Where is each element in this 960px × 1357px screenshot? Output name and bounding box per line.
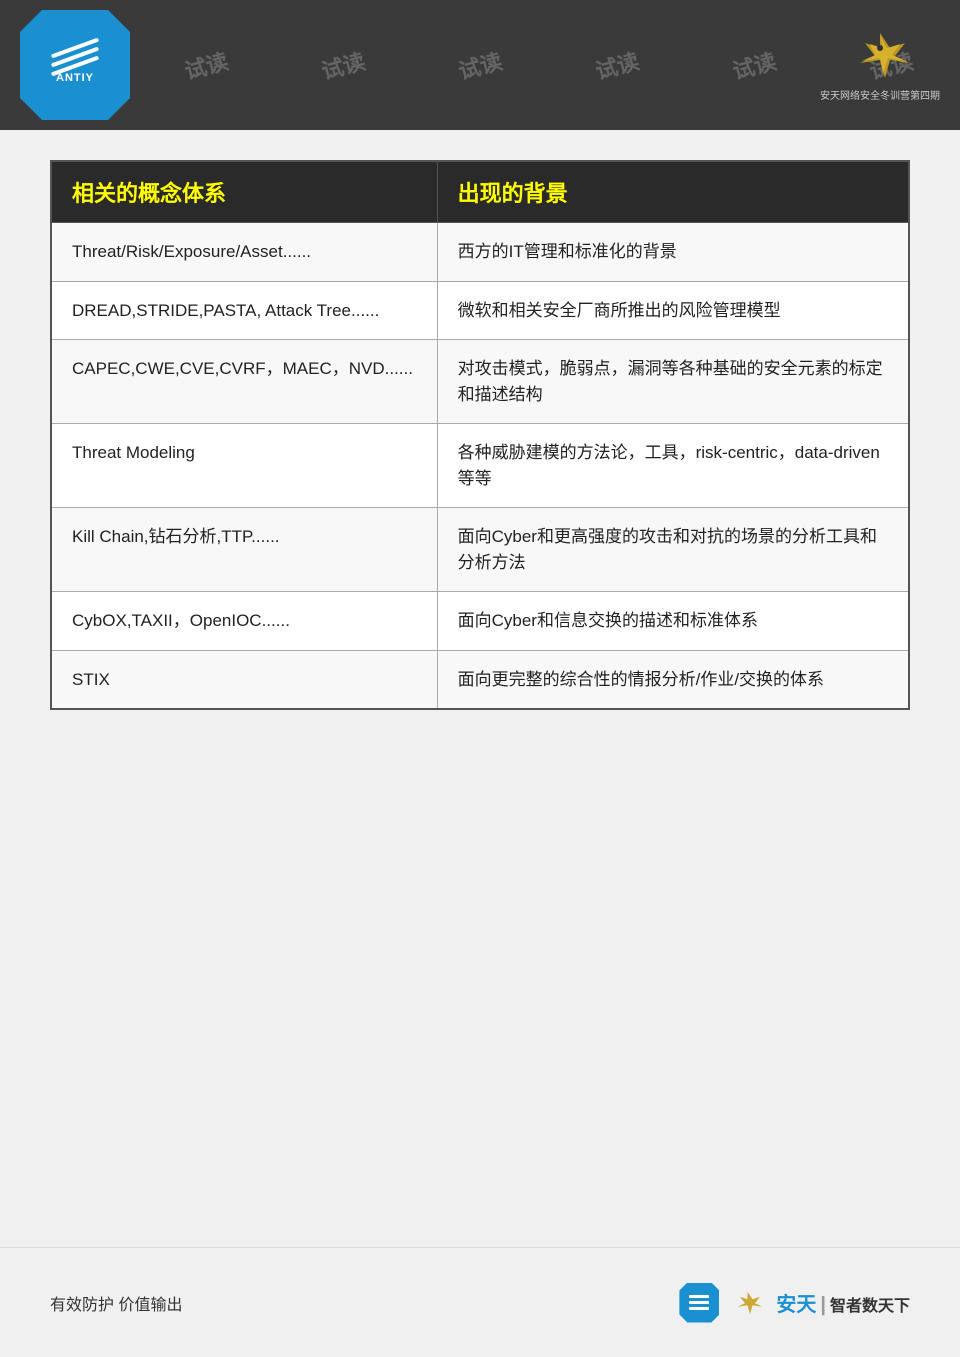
header-logo: ANTIY: [20, 10, 130, 120]
table-row: Threat/Risk/Exposure/Asset......西方的IT管理和…: [51, 223, 909, 282]
footer-right: 安天|智者数天下: [679, 1283, 910, 1323]
col1-header: 相关的概念体系: [51, 161, 437, 223]
brand-svg: [835, 28, 925, 83]
logo-lines: [50, 46, 100, 68]
table-row: STIX面向更完整的综合性的情报分析/作业/交换的体系: [51, 650, 909, 709]
table-row: CybOX,TAXII，OpenIOC......面向Cyber和信息交换的描述…: [51, 592, 909, 651]
header-right: 安天网络安全冬训营第四期: [820, 28, 940, 102]
footer-brand-main: 安天: [776, 1294, 816, 1316]
wm-6: 试读: [729, 44, 780, 86]
footer-pipe: |: [820, 1294, 826, 1316]
logo-text: ANTIY: [56, 72, 94, 84]
wm-4: 试读: [455, 44, 506, 86]
row-1-left: DREAD,STRIDE,PASTA, Attack Tree......: [51, 281, 437, 340]
wm-3: 试读: [317, 44, 368, 86]
footer-brand-sub: 智者数天下: [830, 1298, 910, 1315]
header-watermark: 试读 试读 试读 试读 试读 试读 试读: [0, 0, 960, 130]
row-0-right: 西方的IT管理和标准化的背景: [437, 223, 909, 282]
footer-antiy-icon-line-3: [689, 1307, 709, 1310]
row-3-left: Threat Modeling: [51, 424, 437, 508]
table-row: CAPEC,CWE,CVE,CVRF，MAEC，NVD......对攻击模式，脆…: [51, 340, 909, 424]
header: ANTIY 试读 试读 试读 试读 试读 试读 试读 安天网络安全冬训营第四期: [0, 0, 960, 130]
wm-2: 试读: [180, 44, 231, 86]
table-row: Kill Chain,钻石分析,TTP......面向Cyber和更高强度的攻击…: [51, 508, 909, 592]
footer-antiy-icon-line-1: [689, 1295, 709, 1298]
row-5-left: CybOX,TAXII，OpenIOC......: [51, 592, 437, 651]
footer-brand-text: 安天|智者数天下: [776, 1288, 910, 1317]
footer-eagle-icon: [725, 1283, 770, 1323]
row-4-left: Kill Chain,钻石分析,TTP......: [51, 508, 437, 592]
main-content: 相关的概念体系 出现的背景 Threat/Risk/Exposure/Asset…: [50, 160, 910, 1237]
row-6-right: 面向更完整的综合性的情报分析/作业/交换的体系: [437, 650, 909, 709]
row-1-right: 微软和相关安全厂商所推出的风险管理模型: [437, 281, 909, 340]
right-brand-text: 安天网络安全冬训营第四期: [820, 87, 940, 102]
table-row: Threat Modeling各种威胁建模的方法论，工具，risk-centri…: [51, 424, 909, 508]
footer-logo-badge: 安天|智者数天下: [679, 1283, 910, 1323]
footer: 有效防护 价值输出 安天|智者数天下: [0, 1247, 960, 1357]
row-3-right: 各种威胁建模的方法论，工具，risk-centric，data-driven等等: [437, 424, 909, 508]
footer-antiy-icon: [679, 1283, 719, 1323]
row-4-right: 面向Cyber和更高强度的攻击和对抗的场景的分析工具和分析方法: [437, 508, 909, 592]
wm-5: 试读: [592, 44, 643, 86]
col2-header: 出现的背景: [437, 161, 909, 223]
row-0-left: Threat/Risk/Exposure/Asset......: [51, 223, 437, 282]
row-5-right: 面向Cyber和信息交换的描述和标准体系: [437, 592, 909, 651]
row-6-left: STIX: [51, 650, 437, 709]
row-2-right: 对攻击模式，脆弱点，漏洞等各种基础的安全元素的标定和描述结构: [437, 340, 909, 424]
table-row: DREAD,STRIDE,PASTA, Attack Tree......微软和…: [51, 281, 909, 340]
table-header-row: 相关的概念体系 出现的背景: [51, 161, 909, 223]
footer-antiy-icon-line-2: [689, 1301, 709, 1304]
row-2-left: CAPEC,CWE,CVE,CVRF，MAEC，NVD......: [51, 340, 437, 424]
footer-antiy-icon-inner: [687, 1291, 711, 1315]
data-table: 相关的概念体系 出现的背景 Threat/Risk/Exposure/Asset…: [50, 160, 910, 710]
header-brand-icon: [835, 28, 925, 83]
footer-left-text: 有效防护 价值输出: [50, 1291, 182, 1315]
